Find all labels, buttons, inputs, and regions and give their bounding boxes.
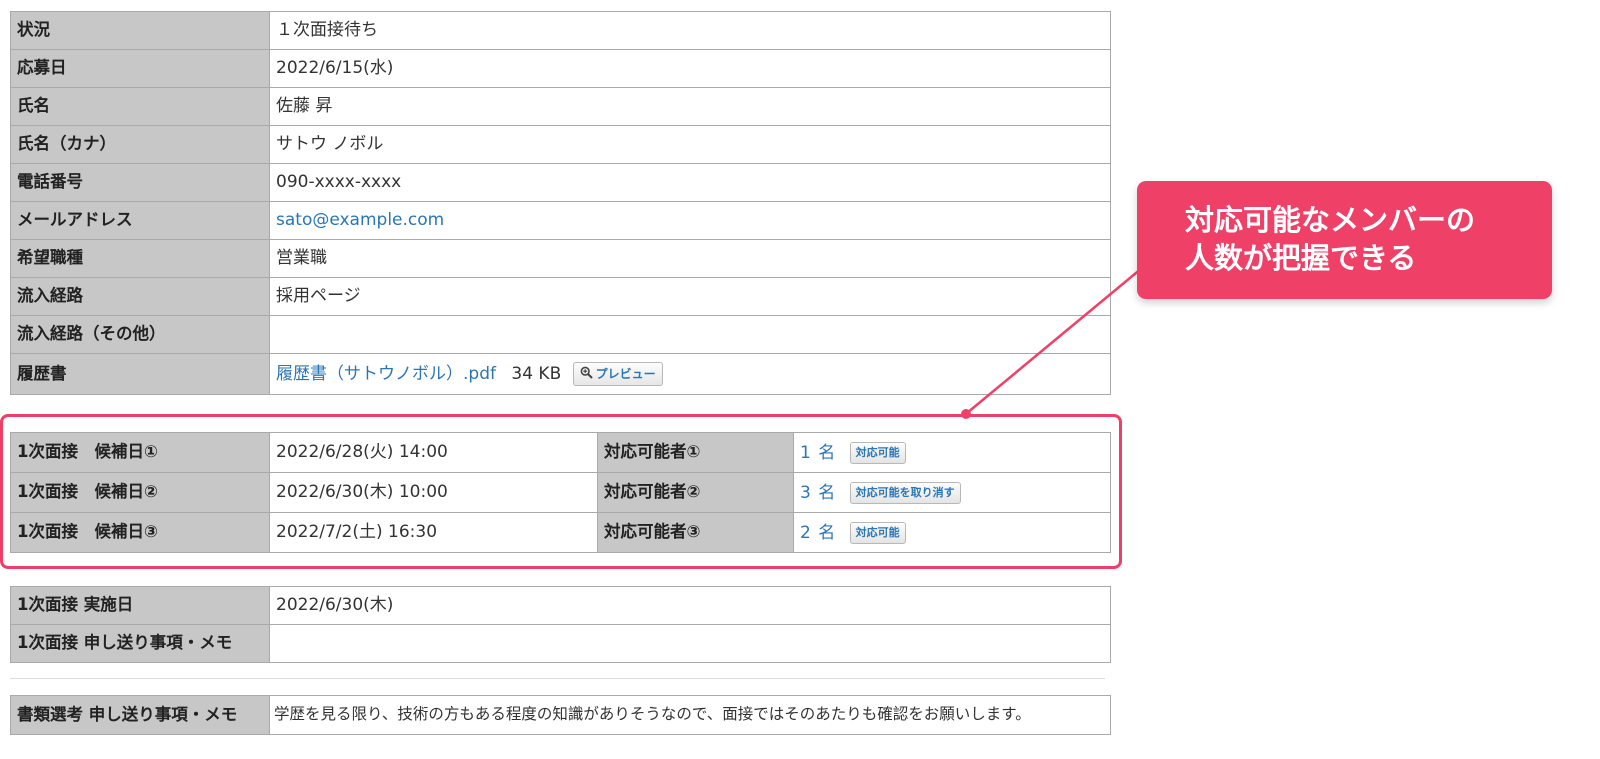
zoom-in-icon (580, 364, 593, 386)
row-label-status: 状況 (10, 11, 270, 50)
row-label-source: 流入経路 (10, 277, 270, 316)
candidate-date-value: 2022/6/28(火) 14:00 (269, 432, 598, 473)
row-label-resume: 履歴書 (10, 353, 270, 395)
available-members-label: 対応可能者② (597, 472, 794, 513)
row-label-desired-job: 希望職種 (10, 239, 270, 278)
desired-job-value: 営業職 (269, 239, 1111, 278)
phone-value: 090-xxxx-xxxx (269, 163, 1111, 202)
section-divider (10, 678, 1105, 679)
resume-cell: 履歴書（サトウノボル）.pdf 34 KB プレビュー (269, 353, 1111, 395)
row-label-name: 氏名 (10, 87, 270, 126)
available-members-cell: 1 名 対応可能 (793, 432, 1111, 473)
document-review-memo-label: 書類選考 申し送り事項・メモ (10, 695, 270, 735)
table-row: 1次面接 候補日① 2022/6/28(火) 14:00 対応可能者① 1 名 … (10, 432, 1111, 473)
table-row: 電話番号 090-xxxx-xxxx (10, 163, 1111, 202)
table-row: 状況 １次面接待ち (10, 11, 1111, 50)
application-date-value: 2022/6/15(水) (269, 49, 1111, 88)
execution-date-value: 2022/6/30(木) (269, 586, 1111, 625)
document-review-memo-value: 学歴を見る限り、技術の方もある程度の知識がありそうなので、面接ではそのあたりも確… (269, 695, 1111, 735)
table-row: 氏名（カナ） サトウ ノボル (10, 125, 1111, 164)
applicant-info-table: 状況 １次面接待ち 応募日 2022/6/15(水) 氏名 佐藤 昇 氏名（カナ… (10, 11, 1111, 395)
callout-line-1: 対応可能なメンバーの (1185, 203, 1476, 237)
table-row: 履歴書 履歴書（サトウノボル）.pdf 34 KB プレビュー (10, 353, 1111, 395)
available-count-link[interactable]: 2 名 (800, 523, 836, 543)
row-label-name-kana: 氏名（カナ） (10, 125, 270, 164)
callout-box: 対応可能なメンバーの 人数が把握できる (1137, 181, 1552, 299)
available-members-cell: 2 名 対応可能 (793, 512, 1111, 553)
preview-button[interactable]: プレビュー (572, 362, 663, 386)
interview-candidate-table: 1次面接 候補日① 2022/6/28(火) 14:00 対応可能者① 1 名 … (10, 432, 1111, 553)
table-row: 書類選考 申し送り事項・メモ 学歴を見る限り、技術の方もある程度の知識がありそう… (10, 695, 1111, 735)
available-count-link[interactable]: 3 名 (800, 483, 836, 503)
interview-memo-label: 1次面接 申し送り事項・メモ (10, 624, 270, 663)
interview-memo-value (269, 624, 1111, 663)
source-other-value (269, 315, 1111, 354)
table-row: 流入経路 採用ページ (10, 277, 1111, 316)
document-review-table: 書類選考 申し送り事項・メモ 学歴を見る限り、技術の方もある程度の知識がありそう… (10, 695, 1111, 735)
name-value: 佐藤 昇 (269, 87, 1111, 126)
available-members-label: 対応可能者① (597, 432, 794, 473)
source-value: 採用ページ (269, 277, 1111, 316)
row-label-source-other: 流入経路（その他） (10, 315, 270, 354)
mark-available-button[interactable]: 対応可能 (849, 521, 906, 544)
callout-line-2: 人数が把握できる (1185, 241, 1417, 275)
available-members-label: 対応可能者③ (597, 512, 794, 553)
table-row: 1次面接 申し送り事項・メモ (10, 624, 1111, 663)
candidate-date-label: 1次面接 候補日② (10, 472, 270, 513)
candidate-date-value: 2022/7/2(土) 16:30 (269, 512, 598, 553)
row-label-application-date: 応募日 (10, 49, 270, 88)
available-count-link[interactable]: 1 名 (800, 443, 836, 463)
table-row: 氏名 佐藤 昇 (10, 87, 1111, 126)
candidate-date-value: 2022/6/30(木) 10:00 (269, 472, 598, 513)
table-row: 1次面接 候補日② 2022/6/30(木) 10:00 対応可能者② 3 名 … (10, 472, 1111, 513)
available-members-cell: 3 名 対応可能を取り消す (793, 472, 1111, 513)
email-link[interactable]: sato@example.com (276, 210, 444, 230)
preview-button-label: プレビュー (595, 367, 656, 381)
table-row: 1次面接 候補日③ 2022/7/2(土) 16:30 対応可能者③ 2 名 対… (10, 512, 1111, 553)
candidate-date-label: 1次面接 候補日① (10, 432, 270, 473)
interview-execution-table: 1次面接 実施日 2022/6/30(木) 1次面接 申し送り事項・メモ (10, 586, 1111, 663)
execution-date-label: 1次面接 実施日 (10, 586, 270, 625)
row-label-phone: 電話番号 (10, 163, 270, 202)
table-row: メールアドレス sato@example.com (10, 201, 1111, 240)
resume-file-size: 34 KB (511, 364, 562, 384)
candidate-date-label: 1次面接 候補日③ (10, 512, 270, 553)
mark-available-button[interactable]: 対応可能 (849, 441, 906, 464)
table-row: 1次面接 実施日 2022/6/30(木) (10, 586, 1111, 625)
status-value: １次面接待ち (269, 11, 1111, 50)
resume-file-link[interactable]: 履歴書（サトウノボル）.pdf (276, 364, 496, 384)
table-row: 応募日 2022/6/15(水) (10, 49, 1111, 88)
row-label-email: メールアドレス (10, 201, 270, 240)
cancel-available-button[interactable]: 対応可能を取り消す (849, 481, 961, 504)
name-kana-value: サトウ ノボル (269, 125, 1111, 164)
table-row: 流入経路（その他） (10, 315, 1111, 354)
table-row: 希望職種 営業職 (10, 239, 1111, 278)
email-cell: sato@example.com (269, 201, 1111, 240)
